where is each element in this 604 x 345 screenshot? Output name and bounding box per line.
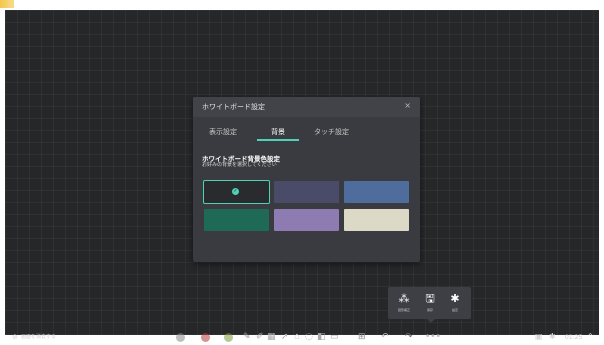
add-page-icon[interactable]: ⊞ (358, 332, 366, 342)
settings-tabs: 表示設定 背景 タッチ設定 (193, 127, 420, 141)
gear-icon: ✱ (450, 292, 460, 305)
home-icon[interactable]: ⌂ (294, 332, 300, 342)
pointer-icon[interactable]: ➚ (281, 332, 289, 342)
popup-pointer (427, 319, 435, 323)
clear-screen-button[interactable]: ⊘ 画面を消去する (12, 333, 56, 341)
shape-correction-button[interactable]: ⁂ 図形補正 (393, 292, 415, 313)
bg-swatch-slate[interactable] (274, 181, 339, 203)
bottom-toolbar: ⊘ 画面を消去する ✎ ✐ ▦ ➚ ⌂ ◌ ◧ ▭ ⊞ ↶ ↷ ••• ▣ ✱ 0… (5, 329, 599, 345)
pen-icon[interactable]: ✎ (243, 332, 251, 342)
clock: 01:25 (565, 334, 583, 341)
clear-screen-label: 画面を消去する (20, 334, 56, 340)
bg-swatch-dark[interactable]: ✓ (203, 180, 270, 204)
save-button[interactable]: 🖫 保存 (419, 292, 441, 313)
bg-swatch-blue[interactable] (344, 181, 409, 203)
top-left-accent (0, 0, 14, 8)
active-tab-indicator (257, 139, 299, 141)
section-subtitle: お好みの背景を選択してください (202, 162, 277, 168)
settings-button[interactable]: ✱ 設定 (444, 292, 466, 313)
tab-touch-settings[interactable]: タッチ設定 (314, 127, 349, 137)
dialog-title: ホワイトボード設定 (202, 103, 265, 111)
tab-background[interactable]: 背景 (271, 127, 285, 137)
selected-check-icon: ✓ (232, 188, 239, 195)
close-button[interactable]: × (404, 101, 411, 111)
settings-label: 設定 (451, 308, 458, 312)
tab-display-settings[interactable]: 表示設定 (209, 127, 237, 137)
shape-correction-label: 図形補正 (397, 308, 410, 312)
lasso-icon[interactable]: ◌ (305, 332, 313, 342)
eraser-icon[interactable]: ◧ (317, 332, 326, 342)
bg-swatch-cream[interactable] (344, 209, 409, 231)
bg-swatch-green[interactable] (204, 209, 269, 231)
screen-icon[interactable]: ▣ (535, 332, 543, 342)
save-label: 保存 (426, 308, 433, 312)
clear-icon: ⊘ (12, 333, 18, 341)
color-dot-green[interactable] (224, 333, 233, 342)
grid-icon[interactable]: ▦ (267, 332, 276, 342)
undo-icon[interactable]: ↶ (381, 332, 389, 342)
color-dot-red[interactable] (201, 333, 210, 342)
chevron-up-icon[interactable]: ⌃ (587, 332, 594, 342)
toolbar-gear-icon[interactable]: ✱ (549, 332, 556, 342)
brush-icon[interactable]: ✐ (256, 332, 264, 342)
save-icon: 🖫 (425, 292, 435, 305)
color-dot-gray[interactable] (176, 333, 185, 342)
bg-swatch-lavender[interactable] (274, 209, 339, 231)
redo-icon[interactable]: ↷ (405, 332, 413, 342)
more-icon[interactable]: ••• (425, 332, 441, 342)
more-menu-popup: ⁂ 図形補正 🖫 保存 ✱ 設定 (388, 287, 471, 319)
dialog-header: ホワイトボード設定 × (193, 97, 420, 117)
whiteboard-settings-dialog: ホワイトボード設定 × 表示設定 背景 タッチ設定 ホワイトボード背景色設定 お… (193, 97, 420, 262)
shape-icon[interactable]: ▭ (330, 332, 339, 342)
shapes-icon: ⁂ (398, 292, 410, 305)
